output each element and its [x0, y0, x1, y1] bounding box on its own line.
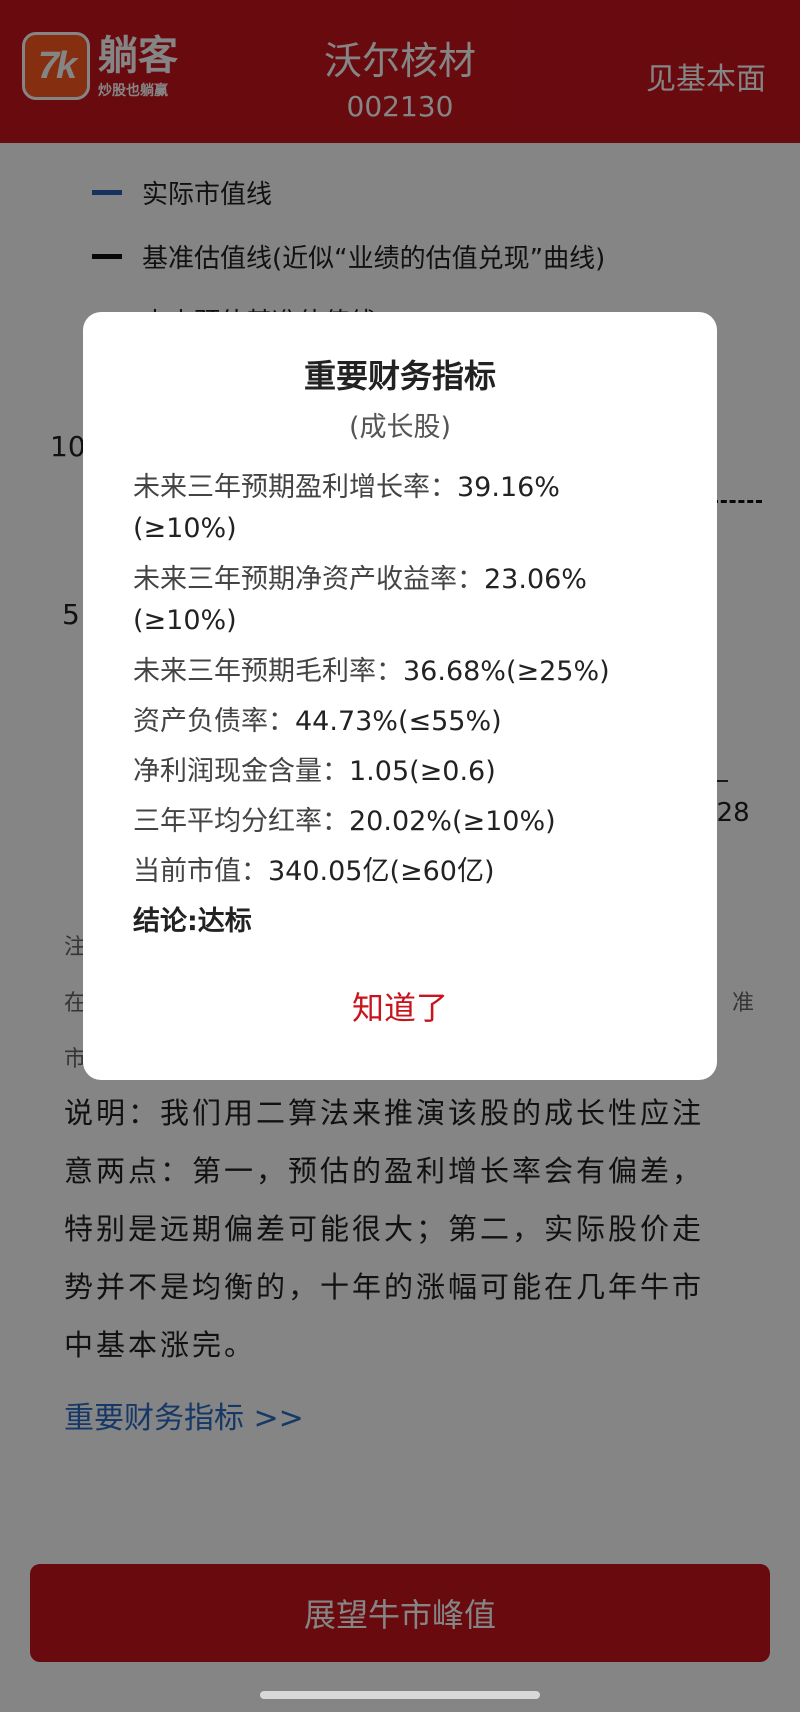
metric-label: 未来三年预期盈利增长率： [133, 472, 457, 503]
metric-value: 36.68%(≥25%) [403, 656, 610, 687]
metric-threshold: (≥10%) [133, 513, 237, 544]
metric-label: 三年平均分红率： [133, 806, 349, 837]
dialog-title: 重要财务指标 [303, 357, 496, 395]
metric-label: 资产负债率： [133, 706, 295, 737]
metric-value: 1.05(≥0.6) [349, 756, 496, 787]
dialog-subtitle: (成长股) [348, 412, 452, 443]
metric-gross-margin: 未来三年预期毛利率：36.68%(≥25%) [133, 651, 673, 692]
key-metrics-dialog: 重要财务指标 (成长股) 未来三年预期盈利增长率：39.16% (≥10%) 未… [83, 312, 717, 1080]
metric-value: 23.06% [484, 564, 587, 595]
metric-value: 340.05亿(≥60亿) [268, 856, 495, 887]
metric-value: 20.02%(≥10%) [349, 806, 556, 837]
metric-market-cap: 当前市值：340.05亿(≥60亿) [133, 851, 673, 892]
metric-cash-content: 净利润现金含量：1.05(≥0.6) [133, 751, 673, 792]
metric-value: 44.73%(≤55%) [295, 706, 502, 737]
metric-earnings-growth: 未来三年预期盈利增长率：39.16% (≥10%) [133, 467, 673, 549]
metrics-list: 未来三年预期盈利增长率：39.16% (≥10%) 未来三年预期净资产收益率：2… [133, 467, 673, 942]
conclusion-text: 结论:达标 [133, 906, 252, 937]
metric-label: 未来三年预期毛利率： [133, 656, 403, 687]
metric-dividend-ratio: 三年平均分红率：20.02%(≥10%) [133, 801, 673, 842]
metric-label: 净利润现金含量： [133, 756, 349, 787]
metric-label: 未来三年预期净资产收益率： [133, 564, 484, 595]
metric-roe: 未来三年预期净资产收益率：23.06% (≥10%) [133, 559, 673, 641]
metric-debt-ratio: 资产负债率：44.73%(≤55%) [133, 701, 673, 742]
metric-threshold: (≥10%) [133, 605, 237, 636]
got-it-button[interactable]: 知道了 [83, 984, 717, 1032]
home-indicator[interactable] [260, 1691, 540, 1699]
metric-value: 39.16% [457, 472, 560, 503]
metric-label: 当前市值： [133, 856, 268, 887]
